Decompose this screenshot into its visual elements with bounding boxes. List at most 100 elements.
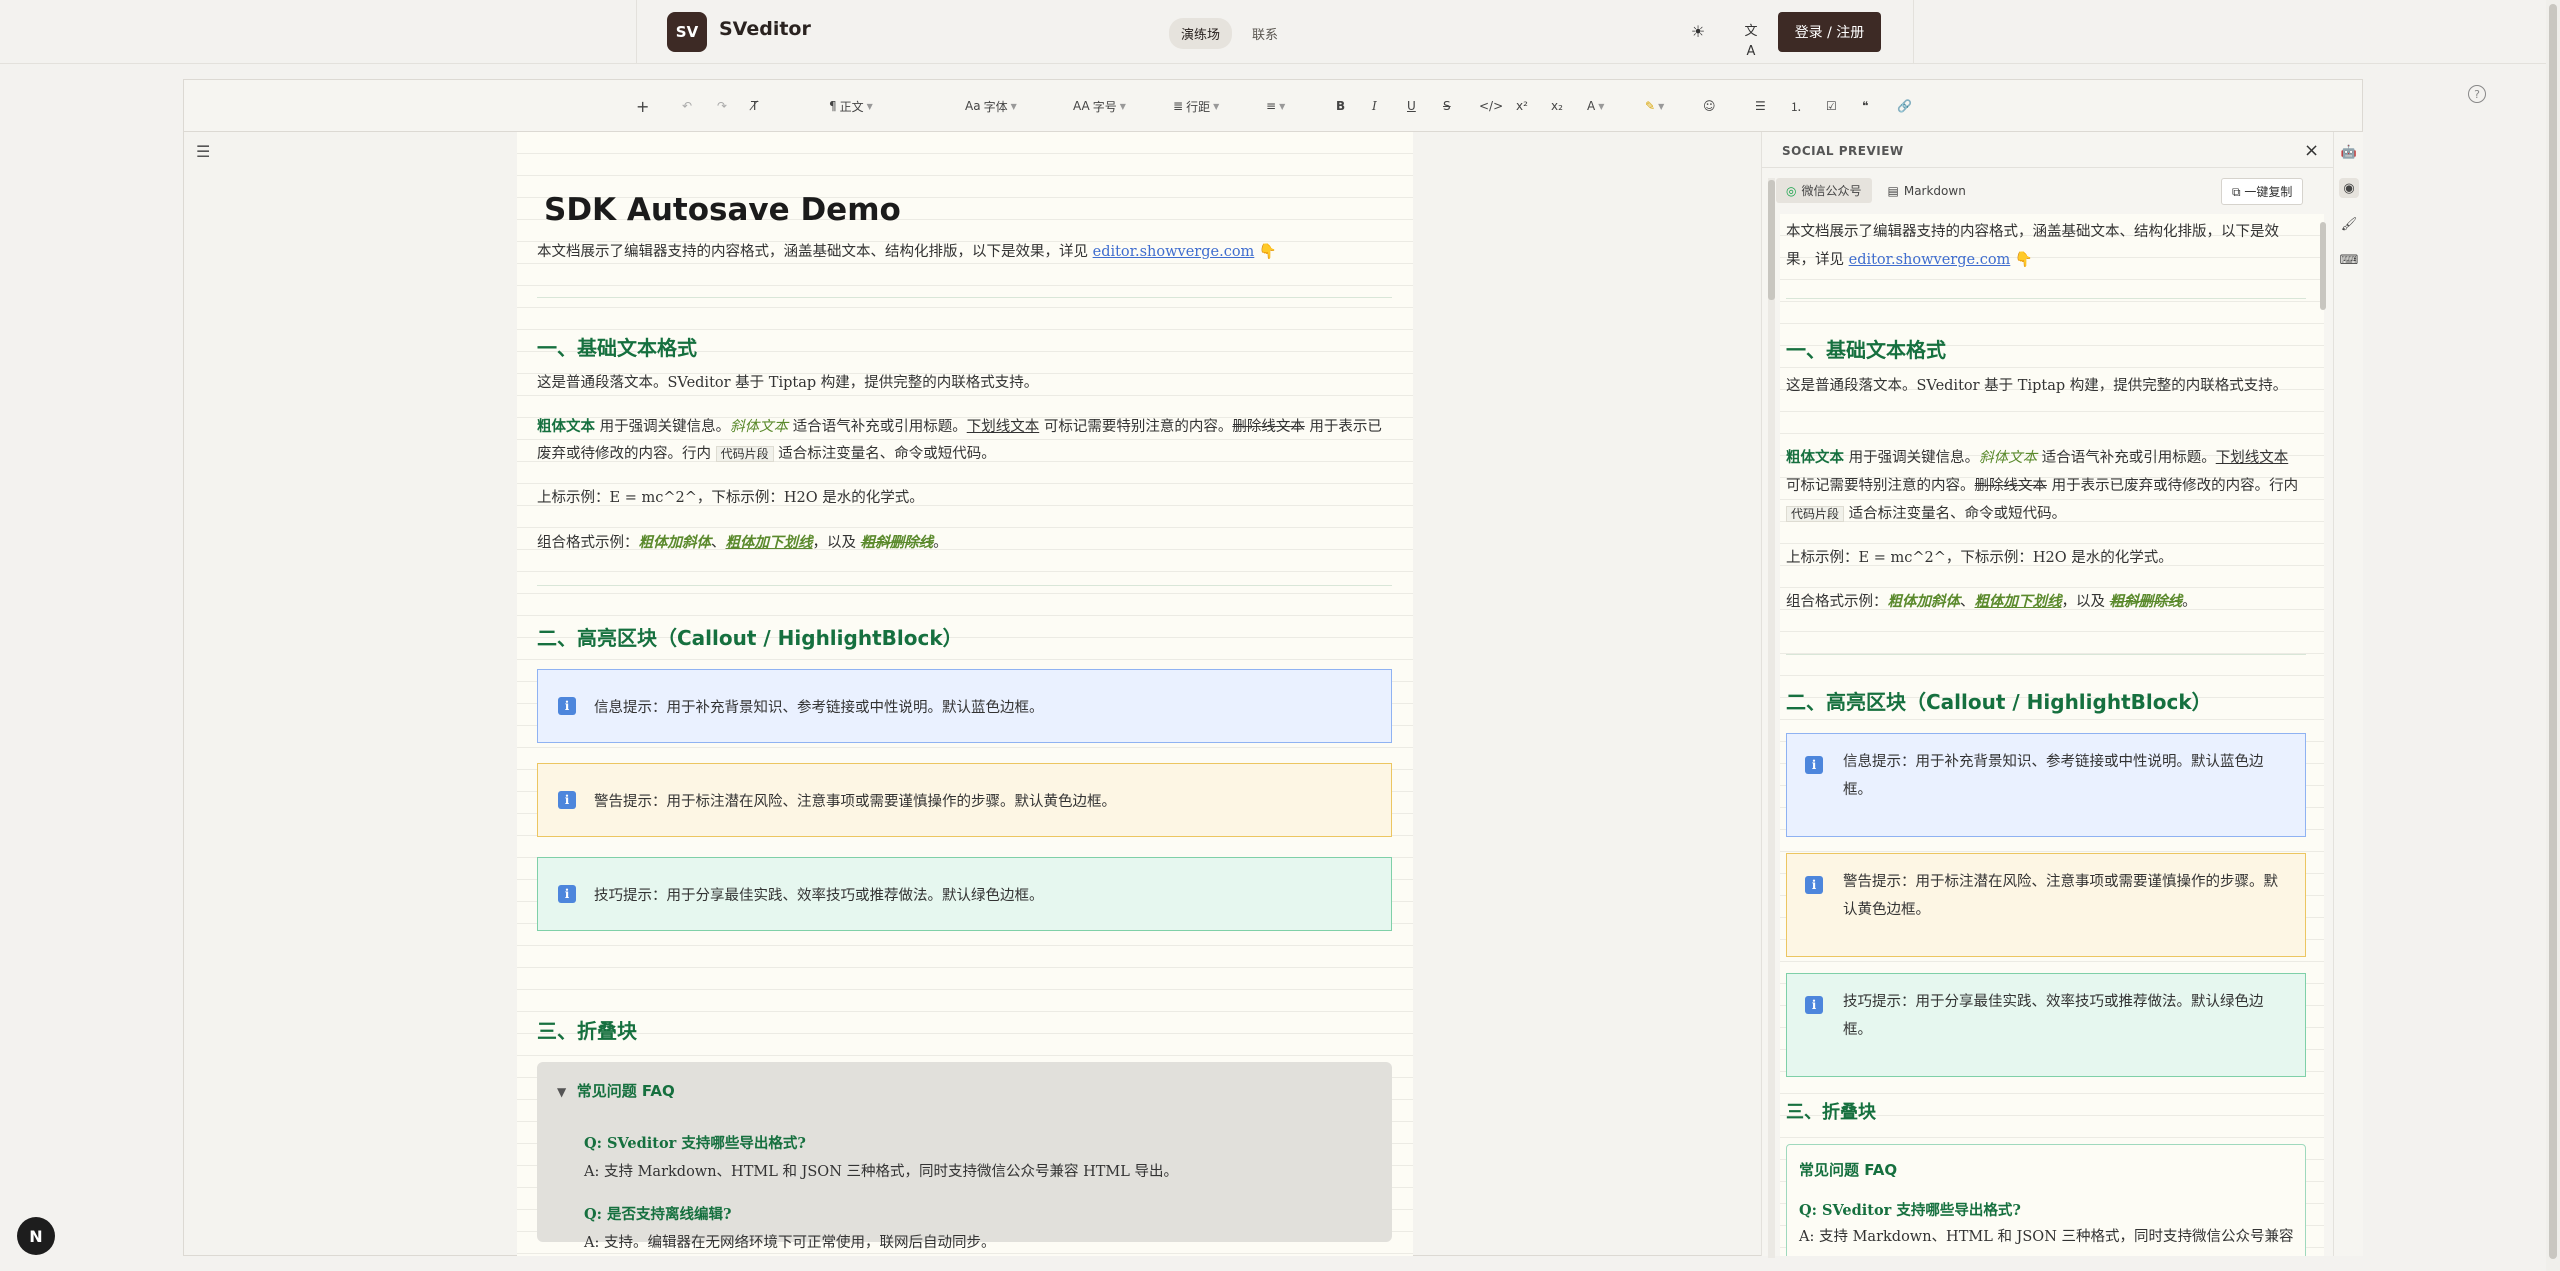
intro-paragraph[interactable]: 本文档展示了编辑器支持的内容格式，涵盖基础文本、结构化排版，以下是效果，详见 e… bbox=[537, 239, 1392, 266]
intro-link[interactable]: editor.showverge.com bbox=[1093, 244, 1255, 260]
preview-title: SOCIAL PREVIEW bbox=[1782, 144, 1904, 158]
subscript-icon[interactable]: x₂ bbox=[1551, 93, 1563, 119]
info-icon: i bbox=[1805, 996, 1823, 1014]
main-nav: 演练场 联系 bbox=[1169, 18, 1290, 49]
language-toggle-icon[interactable]: 文A bbox=[1741, 22, 1761, 59]
italic-text: 斜体文本 bbox=[1979, 450, 2038, 466]
combo-paragraph[interactable]: 组合格式示例：粗体加斜体、粗体加下划线，以及 粗斜删除线。 bbox=[537, 529, 1392, 557]
task-list-icon[interactable]: ☑ bbox=[1826, 93, 1837, 119]
brand-name[interactable]: SVeditor bbox=[719, 18, 811, 40]
scroll-thumb[interactable] bbox=[2320, 222, 2326, 310]
theme-toggle-icon[interactable]: ☀ bbox=[1688, 22, 1708, 42]
superscript-icon[interactable]: x² bbox=[1516, 93, 1528, 119]
bold-italic-strike-text: 粗斜删除线 bbox=[860, 534, 934, 551]
chevron-down-icon: ▼ bbox=[1598, 101, 1605, 111]
text-color-icon[interactable]: A ▼ bbox=[1587, 93, 1604, 119]
line-spacing-select[interactable]: ≣ 行距 ▼ bbox=[1173, 93, 1219, 119]
bold-italic-text: 粗体加斜体 bbox=[638, 534, 712, 551]
outline-toggle-icon[interactable]: ☰ bbox=[196, 142, 210, 161]
chevron-down-icon: ▼ bbox=[1279, 101, 1286, 111]
underline-icon[interactable]: U bbox=[1407, 93, 1416, 119]
italic-icon[interactable]: I bbox=[1372, 93, 1377, 119]
help-icon[interactable]: ? bbox=[2468, 85, 2486, 103]
preview-heading-3: 三、折叠块 bbox=[1786, 1102, 1876, 1123]
text-run: 适合语气补充或引用标题。 bbox=[2037, 450, 2216, 466]
font-size-select[interactable]: AA 字号 ▼ bbox=[1073, 93, 1126, 119]
paint-brush-icon[interactable]: 🖌 bbox=[2339, 214, 2359, 234]
brand-logo[interactable]: SV bbox=[667, 12, 707, 52]
preview-plain-paragraph: 这是普通段落文本。SVeditor 基于 Tiptap 构建，提供完整的内联格式… bbox=[1786, 378, 2288, 394]
copy-all-button[interactable]: ⧉ 一键复制 bbox=[2221, 178, 2304, 205]
line-spacing-label: 行距 bbox=[1186, 99, 1211, 114]
align-select[interactable]: ≡ ▼ bbox=[1266, 93, 1285, 119]
font-size-label: 字号 bbox=[1092, 99, 1117, 114]
preview-callout-tip: i 技巧提示：用于分享最佳实践、效率技巧或推荐做法。默认绿色边框。 bbox=[1786, 973, 2306, 1077]
preview-panel-icon[interactable]: ◉ bbox=[2339, 178, 2359, 198]
divider bbox=[1786, 298, 2306, 299]
undo-icon[interactable]: ↶ bbox=[682, 93, 692, 119]
text-run: 、 bbox=[711, 535, 726, 551]
login-button[interactable]: 登录 / 注册 bbox=[1778, 12, 1881, 52]
nav-contact[interactable]: 联系 bbox=[1240, 18, 1290, 49]
font-select[interactable]: Aa 字体 ▼ bbox=[965, 93, 1017, 119]
paragraph-select[interactable]: ¶ 正文 ▼ bbox=[829, 93, 873, 119]
callout-info[interactable]: i 信息提示：用于补充背景知识、参考链接或中性说明。默认蓝色边框。 bbox=[537, 669, 1392, 743]
preview-tabs: ◎ 微信公众号 ▤ Markdown bbox=[1776, 178, 1976, 203]
underline-text: 下划线文本 bbox=[2215, 450, 2289, 466]
strike-text: 删除线文本 bbox=[1232, 419, 1305, 435]
clear-format-icon[interactable]: T̸ bbox=[751, 93, 758, 119]
collapsible-block[interactable]: ▼ 常见问题 FAQ Q: SVeditor 支持哪些导出格式? A: 支持 M… bbox=[537, 1062, 1392, 1251]
font-size-icon: AA bbox=[1073, 99, 1090, 113]
sup-sub-paragraph[interactable]: 上标示例：E = mc^2^，下标示例：H2O 是水的化学式。 bbox=[537, 485, 1392, 512]
plain-paragraph[interactable]: 这是普通段落文本。SVeditor 基于 Tiptap 构建，提供完整的内联格式… bbox=[537, 370, 1392, 397]
preview-scrollbar[interactable] bbox=[1768, 178, 1775, 1258]
emoji-icon[interactable]: ☺ bbox=[1703, 93, 1716, 119]
ordered-list-icon[interactable]: ⒈ bbox=[1790, 93, 1802, 119]
tab-wechat-label: 微信公众号 bbox=[1801, 184, 1862, 198]
callout-warning[interactable]: i 警告提示：用于标注潜在风险、注意事项或需要谨慎操作的步骤。默认黄色边框。 bbox=[537, 763, 1392, 837]
nav-playground[interactable]: 演练场 bbox=[1169, 18, 1233, 49]
bold-underline-text: 粗体加下划线 bbox=[1974, 593, 2062, 610]
quote-icon[interactable]: ❝ bbox=[1862, 93, 1868, 119]
link-icon[interactable]: 🔗 bbox=[1897, 93, 1912, 119]
social-preview-panel: SOCIAL PREVIEW × ◎ 微信公众号 ▤ Markdown ⧉ 一键复制… bbox=[1761, 132, 2334, 1258]
robot-icon[interactable]: 🤖 bbox=[2339, 142, 2359, 162]
tab-wechat[interactable]: ◎ 微信公众号 bbox=[1776, 178, 1872, 203]
close-icon[interactable]: × bbox=[2304, 140, 2319, 161]
scroll-thumb[interactable] bbox=[1768, 180, 1775, 300]
font-icon: Aa bbox=[965, 99, 981, 113]
section-heading-1[interactable]: 一、基础文本格式 bbox=[537, 332, 697, 361]
bullet-list-icon[interactable]: ☰ bbox=[1755, 93, 1766, 119]
highlight-icon[interactable]: ✎ ▼ bbox=[1645, 93, 1664, 119]
page-scrollbar[interactable] bbox=[2546, 0, 2560, 1271]
text-run: 组合格式示例： bbox=[537, 535, 639, 551]
section-heading-2[interactable]: 二、高亮区块（Callout / HighlightBlock） bbox=[537, 622, 963, 651]
divider bbox=[537, 297, 1392, 298]
callout-tip[interactable]: i 技巧提示：用于分享最佳实践、效率技巧或推荐做法。默认绿色边框。 bbox=[537, 857, 1392, 931]
bold-text: 粗体文本 bbox=[537, 418, 595, 435]
code-icon[interactable]: </> bbox=[1479, 93, 1503, 119]
preview-intro: 本文档展示了编辑器支持的内容格式，涵盖基础文本、结构化排版，以下是效果，详见 e… bbox=[1786, 218, 2306, 274]
redo-icon[interactable]: ↷ bbox=[717, 93, 727, 119]
preview-content-scrollbar[interactable] bbox=[2320, 222, 2326, 1252]
preview-callout-info: i 信息提示：用于补充背景知识、参考链接或中性说明。默认蓝色边框。 bbox=[1786, 733, 2306, 837]
strikethrough-icon[interactable]: S bbox=[1443, 93, 1451, 119]
preview-intro-link[interactable]: editor.showverge.com bbox=[1849, 252, 2011, 268]
font-label: 字体 bbox=[983, 99, 1008, 114]
italic-text: 斜体文本 bbox=[730, 419, 789, 435]
tab-markdown[interactable]: ▤ Markdown bbox=[1878, 178, 1976, 203]
keyboard-icon[interactable]: ⌨ bbox=[2339, 250, 2359, 270]
scroll-thumb[interactable] bbox=[2549, 4, 2557, 1259]
document-page[interactable]: SDK Autosave Demo 本文档展示了编辑器支持的内容格式，涵盖基础文… bbox=[517, 132, 1413, 1256]
doc-title[interactable]: SDK Autosave Demo bbox=[544, 192, 901, 228]
devtools-button[interactable]: N bbox=[17, 1217, 55, 1255]
collapsible-header[interactable]: ▼ 常见问题 FAQ bbox=[557, 1080, 675, 1101]
preview-heading-1: 一、基础文本格式 bbox=[1786, 338, 1946, 362]
faq-question: Q: 是否支持离线编辑? bbox=[584, 1206, 732, 1223]
section-heading-3[interactable]: 三、折叠块 bbox=[537, 1015, 637, 1044]
format-paragraph[interactable]: 粗体文本 用于强调关键信息。斜体文本 适合语气补充或引用标题。下划线文本 可标记… bbox=[537, 413, 1392, 468]
insert-icon[interactable]: + bbox=[636, 93, 649, 119]
text-run: 适合语气补充或引用标题。 bbox=[788, 419, 967, 435]
callout-tip-text: 技巧提示：用于分享最佳实践、效率技巧或推荐做法。默认绿色边框。 bbox=[594, 887, 1044, 904]
bold-icon[interactable]: B bbox=[1336, 93, 1345, 119]
